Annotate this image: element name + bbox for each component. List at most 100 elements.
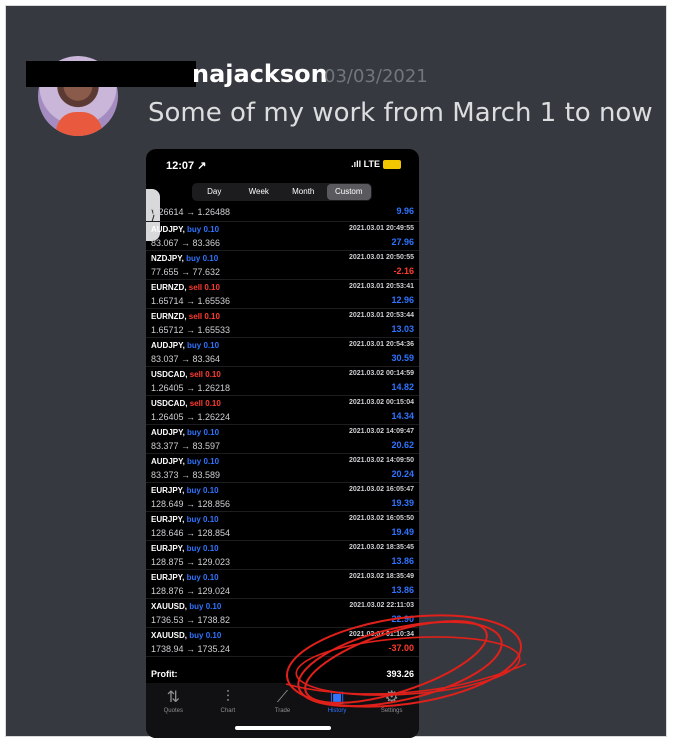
trade-row[interactable]: AUDJPY, buy 0.10 2021.03.01 20:54:36 83.03… — [146, 338, 419, 367]
trade-row[interactable]: EURNZD, sell 0.10 2021.03.01 20:53:41 1.65… — [146, 280, 419, 309]
trade-row[interactable]: AUDJPY, buy 0.10 2021.03.02 14:09:47 83.37… — [146, 425, 419, 454]
trade-time: 2021.03.02 16:05:50 — [349, 515, 414, 522]
trade-row[interactable]: EURJPY, buy 0.10 2021.03.02 18:35:49 128.8… — [146, 570, 419, 599]
trade-symbol: AUDJPY, buy 0.10 — [151, 428, 219, 437]
trade-prices: 83.037 → 83.364 — [151, 354, 221, 364]
trade-prices: 1738.94 → 1735.24 — [151, 644, 231, 654]
trade-time: 2021.03.01 20:53:44 — [349, 312, 414, 319]
segment-week[interactable]: Week — [237, 183, 282, 201]
trade-symbol: AUDJPY, buy 0.10 — [151, 225, 219, 234]
trade-prices: 83.373 → 83.589 — [151, 470, 221, 480]
trade-side: buy 0.10 — [187, 428, 220, 437]
trade-profit: -2.16 — [393, 266, 414, 276]
trade-symbol-label: EURJPY, — [151, 515, 185, 524]
trade-symbol-label: AUDJPY, — [151, 225, 185, 234]
trade-profit: 13.86 — [391, 585, 414, 595]
trade-symbol-label: NZDJPY, — [151, 254, 184, 263]
status-clock: 12:07 ↗ — [166, 160, 207, 172]
trade-symbol: AUDJPY, buy 0.10 — [151, 457, 219, 466]
trade-prices: 128.646 → 128.854 — [151, 528, 231, 538]
profit-label: Profit: — [151, 669, 178, 679]
trade-profit: 9.96 — [396, 206, 414, 216]
trade-time: 2021.03.02 14:09:47 — [349, 428, 414, 435]
segment-month[interactable]: Month — [281, 183, 326, 201]
trade-row[interactable]: EURJPY, buy 0.10 2021.03.02 16:05:50 128.6… — [146, 512, 419, 541]
quotes-icon: ⇅ — [166, 689, 180, 706]
trade-symbol: USDCAD, sell 0.10 — [151, 370, 221, 379]
discord-message-frame: najackson 03/03/2021 Some of my work fro… — [6, 6, 666, 738]
status-bar: 12:07 ↗ .ıll LTE — [146, 149, 419, 181]
trade-side: buy 0.10 — [186, 515, 219, 524]
trade-row[interactable]: USDCAD, sell 0.10 2021.03.02 00:15:04 1.26… — [146, 396, 419, 425]
trade-time: 2021.03.02 14:09:50 — [349, 457, 414, 464]
trade-time: 2021.03.01 20:54:36 — [349, 341, 414, 348]
trade-side: buy 0.10 — [187, 225, 220, 234]
trade-time: 2021.03.02 18:35:45 — [349, 544, 414, 551]
trade-side: buy 0.10 — [186, 254, 219, 263]
trade-symbol: XAUUSD, buy 0.10 — [151, 631, 221, 640]
trade-symbol: USDCAD, sell 0.10 — [151, 399, 221, 408]
trade-row[interactable]: EURJPY, buy 0.10 2021.03.02 16:05:47 128.6… — [146, 483, 419, 512]
trade-prices: 83.067 → 83.366 — [151, 238, 221, 248]
tab-label: Chart — [220, 708, 236, 714]
trade-profit: 14.82 — [391, 382, 414, 392]
trade-symbol-label: XAUUSD, — [151, 602, 188, 611]
segment-day[interactable]: Day — [192, 183, 237, 201]
segment-custom[interactable]: Custom — [326, 184, 371, 200]
home-indicator — [235, 726, 331, 730]
trade-symbol: EURJPY, buy 0.10 — [151, 573, 219, 582]
avatar-shirt — [56, 112, 102, 136]
battery-icon — [383, 160, 401, 170]
network-label: .ıll LTE — [351, 159, 380, 169]
trade-time: 2021.03.01 20:50:55 — [349, 254, 414, 261]
trade-symbol: NZDJPY, buy 0.10 — [151, 254, 218, 263]
trade-row[interactable]: AUDJPY, buy 0.10 2021.03.02 14:09:50 83.37… — [146, 454, 419, 483]
trade-symbol-label: USDCAD, — [151, 370, 188, 379]
trade-row[interactable]: NZDJPY, buy 0.10 2021.03.01 20:50:55 77.65… — [146, 251, 419, 280]
trade-time: 2021.03.02 16:05:47 — [349, 486, 414, 493]
tab-quotes[interactable]: ⇅ Quotes — [146, 683, 201, 738]
trade-side: sell 0.10 — [188, 283, 220, 292]
trade-prices: 1.26614 → 1.26488 — [151, 207, 231, 217]
network-status: .ıll LTE — [351, 159, 401, 170]
trade-row[interactable]: AUDJPY, buy 0.10 2021.03.01 20:49:55 83.06… — [146, 222, 419, 251]
trade-time: 2021.03.02 18:35:49 — [349, 573, 414, 580]
trade-symbol: EURJPY, buy 0.10 — [151, 544, 219, 553]
message-timestamp: 03/03/2021 — [324, 66, 428, 87]
trade-side: buy 0.10 — [186, 544, 219, 553]
trade-symbol-label: USDCAD, — [151, 399, 188, 408]
trade-symbol-label: AUDJPY, — [151, 428, 185, 437]
trade-time: 2021.03.02 00:15:04 — [349, 399, 414, 406]
trade-side: buy 0.10 — [189, 631, 222, 640]
trade-profit: 13.03 — [391, 324, 414, 334]
red-circle-annotation — [285, 614, 527, 708]
trade-symbol: EURNZD, sell 0.10 — [151, 312, 220, 321]
trade-profit: 20.24 — [391, 469, 414, 479]
trade-row[interactable]: EURJPY, buy 0.10 2021.03.02 18:35:45 128.8… — [146, 541, 419, 570]
message-text: Some of my work from March 1 to now — [148, 98, 653, 128]
trade-symbol-label: EURNZD, — [151, 312, 187, 321]
trade-history-list: 1.26614 → 1.26488 9.96 AUDJPY, buy 0.10 202… — [146, 204, 419, 657]
trade-profit: 14.34 — [391, 411, 414, 421]
trade-side: buy 0.10 — [187, 341, 220, 350]
trade-symbol-label: EURJPY, — [151, 544, 185, 553]
username[interactable]: najackson — [192, 60, 328, 88]
trade-symbol: AUDJPY, buy 0.10 — [151, 341, 219, 350]
period-segmented-control[interactable]: Day Week Month Custom — [192, 183, 372, 201]
trade-profit: 19.39 — [391, 498, 414, 508]
trade-side: sell 0.10 — [189, 370, 221, 379]
trade-row[interactable]: USDCAD, sell 0.10 2021.03.02 00:14:59 1.26… — [146, 367, 419, 396]
tab-label: Quotes — [163, 708, 183, 714]
trade-symbol-label: AUDJPY, — [151, 457, 185, 466]
trade-row[interactable]: EURNZD, sell 0.10 2021.03.01 20:53:44 1.65… — [146, 309, 419, 338]
trade-side: buy 0.10 — [189, 602, 222, 611]
redaction-bar — [26, 61, 196, 87]
trade-symbol: XAUUSD, buy 0.10 — [151, 602, 221, 611]
trade-symbol-label: XAUUSD, — [151, 631, 188, 640]
trade-profit: 20.62 — [391, 440, 414, 450]
trade-symbol: EURJPY, buy 0.10 — [151, 486, 219, 495]
trade-prices: 77.655 → 77.632 — [151, 267, 221, 277]
trade-profit: 19.49 — [391, 527, 414, 537]
trade-row[interactable]: 1.26614 → 1.26488 9.96 — [146, 204, 419, 222]
trade-symbol-label: EURJPY, — [151, 573, 185, 582]
